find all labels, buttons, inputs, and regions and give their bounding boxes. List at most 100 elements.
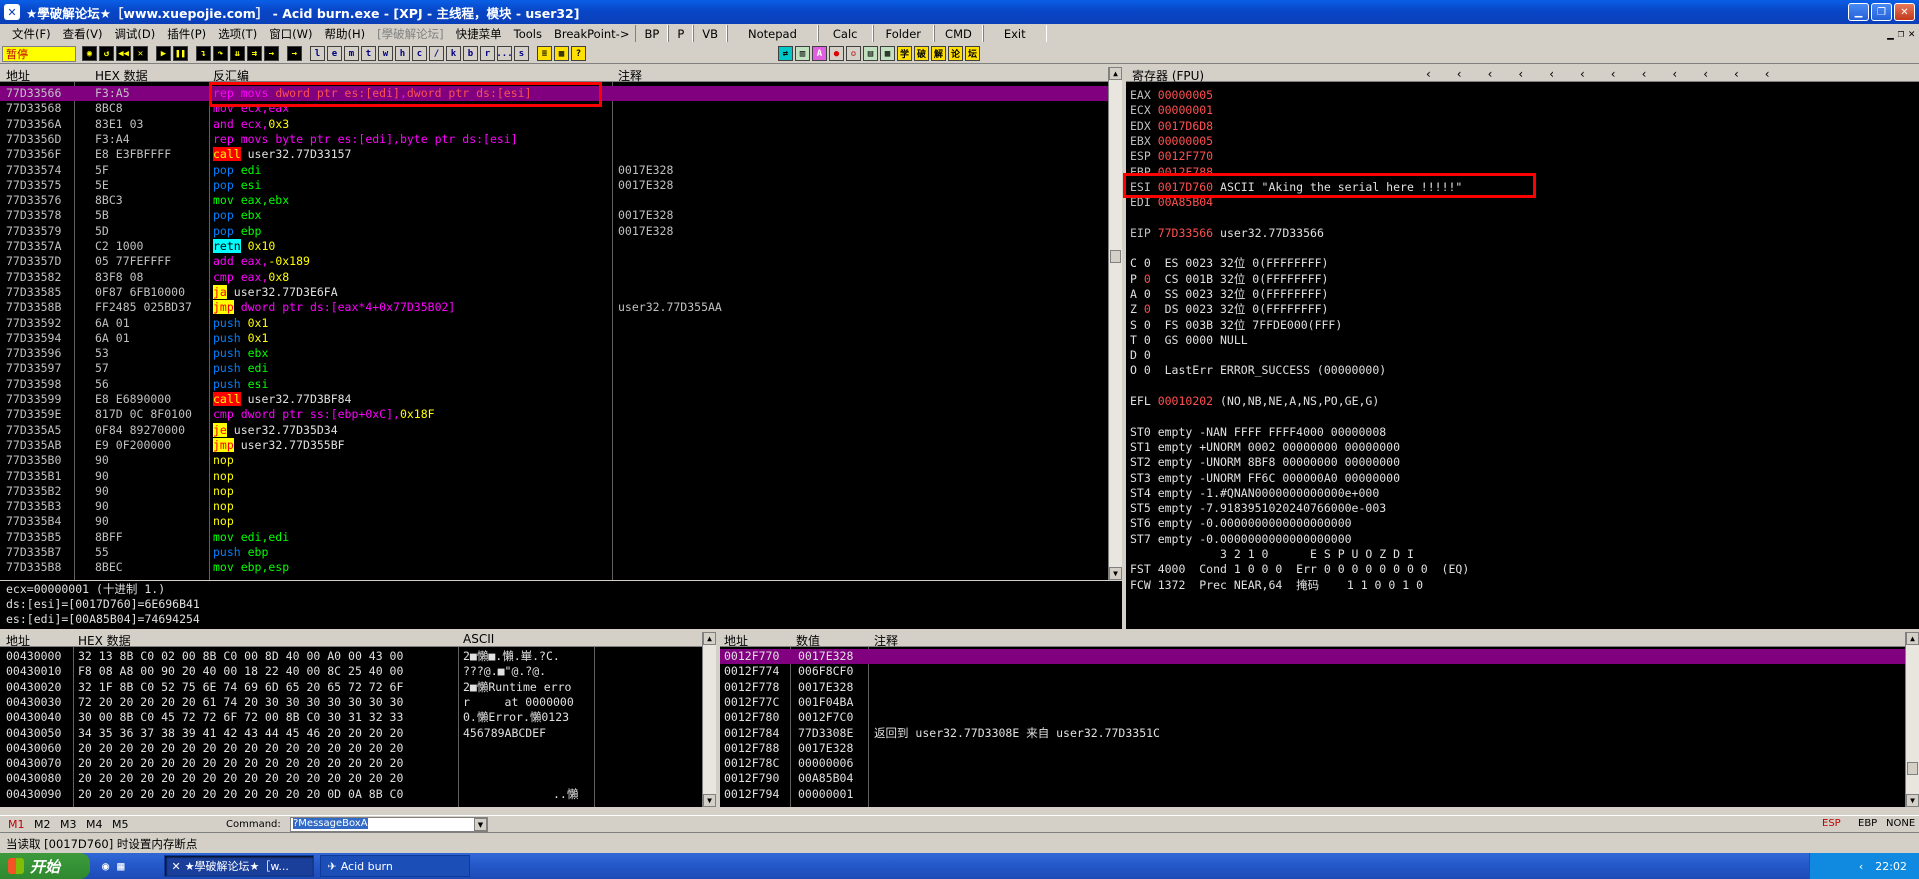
command-input[interactable]: ?MessageBoxA — [290, 817, 488, 832]
register-line[interactable]: A 0 SS 0023 32位 0(FFFFFFFF) — [1130, 287, 1328, 302]
tool-cmd[interactable]: CMD — [934, 25, 983, 42]
disasm-row[interactable]: 77D33592 6A 01 push 0x1 — [0, 316, 1108, 331]
disasm-row[interactable]: 77D33594 6A 01 push 0x1 — [0, 331, 1108, 346]
menu-breakpoint[interactable]: BreakPoint-> — [548, 27, 636, 41]
close-button[interactable]: ✕ — [1894, 3, 1915, 21]
disasm-row[interactable]: 77D3359E 817D 0C 8F0100 cmp dword ptr ss:[… — [0, 407, 1108, 422]
menu-window[interactable]: 窗口(W) — [263, 26, 318, 42]
runtrace-icon[interactable]: ... — [496, 46, 513, 61]
plugin-icon-6[interactable]: ▤ — [863, 46, 878, 61]
mdi-close-icon[interactable]: ✕ — [1908, 27, 1915, 40]
register-line[interactable]: ESP 0012F770 — [1130, 149, 1213, 164]
register-line[interactable]: EIP 77D33566 user32.77D33566 — [1130, 226, 1324, 241]
register-line[interactable]: EDX 0017D6D8 — [1130, 119, 1213, 134]
tool-p[interactable]: P — [668, 25, 694, 42]
disasm-row[interactable]: 77D335B3 90 nop — [0, 499, 1108, 514]
disasm-row[interactable]: 77D33578 5B pop ebx 0017E328 — [0, 208, 1108, 223]
disasm-row[interactable]: 77D33585 0F87 6FB10000 ja user32.77D3E6FA — [0, 284, 1108, 300]
dump-row[interactable]: 00430010 F8 08 A8 00 90 20 40 00 18 22 40… — [0, 664, 702, 679]
disasm-row[interactable]: 77D33582 83F8 08 cmp eax,0x8 — [0, 270, 1108, 285]
dump-row[interactable]: 00430070 20 20 20 20 20 20 20 20 20 20 20… — [0, 756, 702, 771]
open-icon[interactable]: ◉ — [82, 46, 97, 61]
dump-row[interactable]: 00430090 20 20 20 20 20 20 20 20 20 20 20… — [0, 787, 702, 802]
stack-row[interactable]: 0012F78C 00000006 — [720, 756, 1905, 771]
stack-header-value[interactable]: 数值 — [796, 632, 820, 649]
threads-icon[interactable]: t — [361, 46, 376, 61]
register-line[interactable]: ECX 00000001 — [1130, 103, 1213, 118]
stack-header-address[interactable]: 地址 — [724, 632, 748, 649]
stack-follow-esp[interactable]: ESP — [1822, 818, 1841, 829]
pause-icon[interactable]: ❚❚ — [173, 46, 188, 61]
stack-scroll-up-icon[interactable]: ▲ — [1906, 632, 1919, 645]
register-line[interactable]: ST0 empty -NAN FFFF FFFF4000 00000008 — [1130, 425, 1386, 440]
mtab-m3[interactable]: M3 — [60, 818, 77, 831]
stack-follow-ebp[interactable]: EBP — [1858, 818, 1877, 829]
stack-header-comment[interactable]: 注释 — [874, 632, 898, 649]
plugin-icon-5[interactable]: ✪ — [846, 46, 861, 61]
dump-scroll-up-icon[interactable]: ▲ — [703, 632, 716, 645]
disasm-row[interactable]: 77D335B4 90 nop — [0, 514, 1108, 529]
register-line[interactable]: O 0 LastErr ERROR_SUCCESS (00000000) — [1130, 363, 1386, 378]
dump-header-ascii[interactable]: ASCII — [463, 632, 494, 646]
register-nav-arrows[interactable]: ‹‹‹‹‹‹‹‹‹‹‹‹ — [1426, 67, 1796, 81]
tool-exit[interactable]: Exit — [982, 25, 1047, 42]
plugin-icon-11[interactable]: 论 — [948, 46, 963, 61]
breakpoints-icon[interactable]: b — [463, 46, 478, 61]
tool-vb[interactable]: VB — [693, 25, 728, 42]
rewind-icon[interactable]: ◀◀ — [116, 46, 131, 61]
dump-row[interactable]: 00430000 32 13 8B C0 02 00 8B C0 00 8D 40… — [0, 649, 702, 664]
mtab-m1[interactable]: M1 — [8, 818, 25, 831]
stack-row[interactable]: 0012F774 006F8CF0 — [720, 664, 1905, 679]
disasm-row[interactable]: 77D33568 8BC8 mov ecx,eax — [0, 101, 1108, 116]
disasm-row[interactable]: 77D33579 5D pop ebp 0017E328 — [0, 224, 1108, 239]
plugin-icon-4[interactable]: ● — [829, 46, 844, 61]
menu-file[interactable]: 文件(F) — [6, 26, 57, 42]
dump-header-hex[interactable]: HEX 数据 — [78, 632, 131, 649]
taskbar-item-debugger[interactable]: ✕ ★學破解论坛★［w... — [164, 855, 315, 877]
stack-row[interactable]: 0012F780 0012F7C0 — [720, 710, 1905, 725]
callstack-icon[interactable]: k — [446, 46, 461, 61]
stack-row[interactable]: 0012F770 0017E328 — [720, 649, 1905, 665]
tool-notepad[interactable]: Notepad — [727, 25, 818, 42]
register-line[interactable]: EFL 00010202 (NO,NB,NE,A,NS,PO,GE,G) — [1130, 394, 1379, 409]
register-line[interactable]: ESI 0017D760 ASCII "Aking the serial her… — [1130, 180, 1462, 195]
menu-options[interactable]: 选项(T) — [212, 26, 263, 42]
scroll-down-icon[interactable]: ▼ — [1109, 567, 1122, 580]
disasm-row[interactable]: 77D335B2 90 nop — [0, 484, 1108, 499]
disasm-row[interactable]: 77D3357A C2 1000 retn 0x10 — [0, 239, 1108, 254]
disasm-header-address[interactable]: 地址 — [6, 67, 30, 84]
menu-shortcut[interactable]: 快捷菜单 — [450, 26, 508, 42]
plugin-icon-2[interactable]: ▥ — [795, 46, 810, 61]
disasm-row[interactable]: 77D3357D 05 77FEFFFF add eax,-0x189 — [0, 254, 1108, 269]
menu-view[interactable]: 查看(V) — [57, 26, 109, 42]
register-line[interactable]: ST6 empty -0.0000000000000000000 — [1130, 516, 1352, 531]
stack-follow-none[interactable]: NONE — [1886, 818, 1915, 829]
windows-icon[interactable]: w — [378, 46, 393, 61]
stack-row[interactable]: 0012F790 00A85B04 — [720, 771, 1905, 786]
disasm-row[interactable]: 77D33566 F3:A5 rep movs dword ptr es:[edi]… — [0, 86, 1108, 102]
trace-over-icon[interactable]: ⇉ — [247, 46, 262, 61]
mtab-m4[interactable]: M4 — [86, 818, 103, 831]
handles-icon[interactable]: h — [395, 46, 410, 61]
scroll-thumb[interactable] — [1110, 250, 1121, 263]
register-line[interactable]: EDI 00A85B04 — [1130, 195, 1213, 210]
tray-arrow-icon[interactable]: ‹ — [1859, 860, 1863, 873]
dump-row[interactable]: 00430030 72 20 20 20 20 20 61 74 20 30 30… — [0, 695, 702, 710]
register-line[interactable]: P 0 CS 001B 32位 0(FFFFFFFF) — [1130, 272, 1328, 287]
source-icon[interactable]: s — [514, 46, 529, 61]
appearance-icon[interactable]: ▦ — [554, 46, 569, 61]
references-icon[interactable]: r — [480, 46, 495, 61]
quicklaunch-icon-1[interactable]: ◉ — [102, 859, 109, 873]
dump-scrollbar[interactable]: ▲ ▼ — [702, 632, 716, 807]
register-line[interactable]: ST7 empty -0.0000000000000000000 — [1130, 532, 1352, 547]
dump-row[interactable]: 00430060 20 20 20 20 20 20 20 20 20 20 20… — [0, 741, 702, 756]
maximize-button[interactable]: ❐ — [1871, 3, 1892, 21]
menu-tools[interactable]: Tools — [508, 27, 548, 41]
disasm-row[interactable]: 77D33574 5F pop edi 0017E328 — [0, 163, 1108, 178]
scroll-up-icon[interactable]: ▲ — [1109, 67, 1122, 80]
stack-row[interactable]: 0012F778 0017E328 — [720, 680, 1905, 695]
disasm-row[interactable]: 77D3358B FF2485 025BD37 jmp dword ptr ds:[… — [0, 300, 1108, 315]
registers-header[interactable]: 寄存器 (FPU) — [1132, 67, 1204, 84]
dump-header-address[interactable]: 地址 — [6, 632, 30, 649]
menu-help[interactable]: 帮助(H) — [319, 26, 372, 42]
